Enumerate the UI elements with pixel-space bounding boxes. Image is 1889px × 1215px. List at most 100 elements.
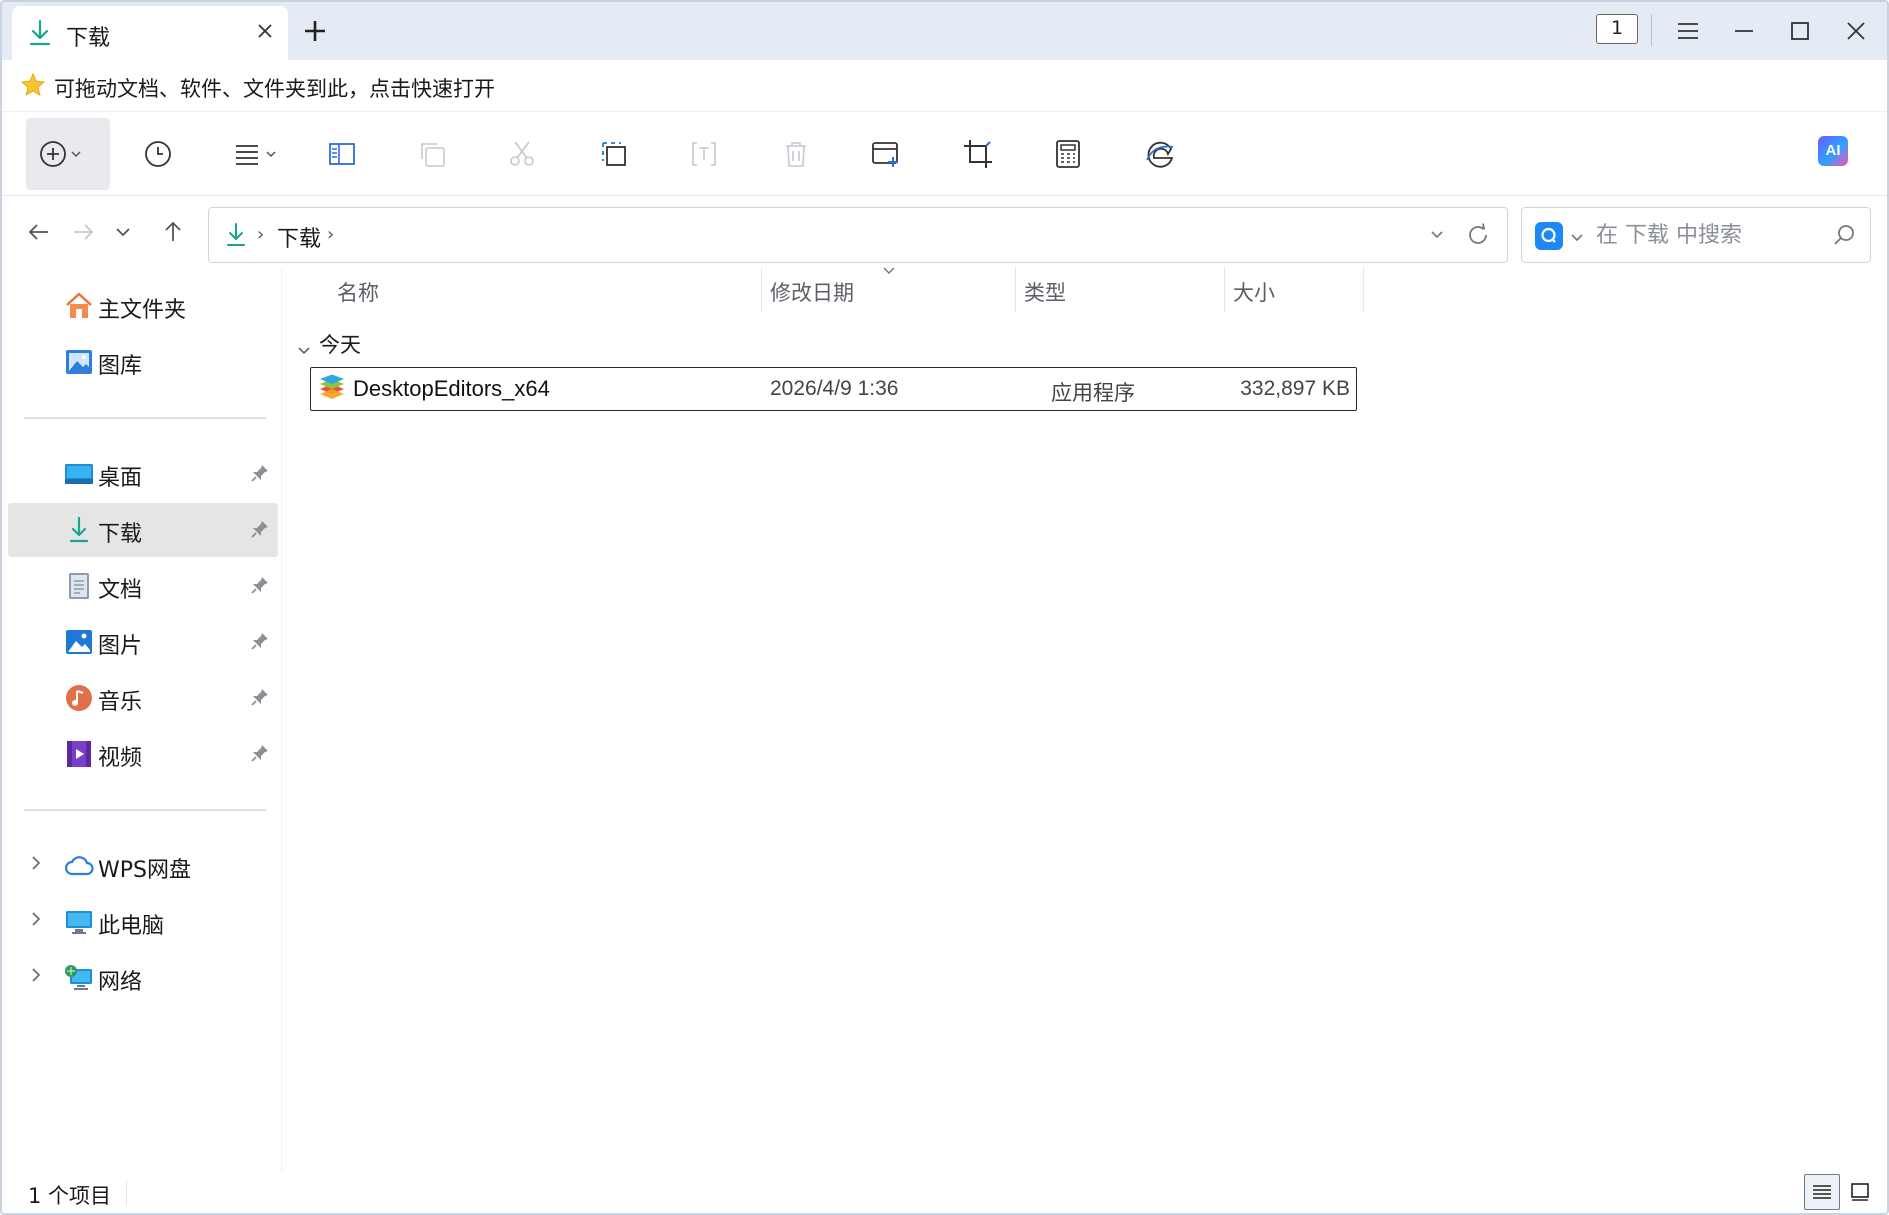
edge-icon [1146,141,1174,168]
chevron-right-icon[interactable] [30,911,42,931]
recent-locations-button[interactable] [106,215,140,249]
add-circle-icon [40,141,81,167]
file-row[interactable]: DesktopEditors_x64 2026/4/9 1:36 应用程序 33… [310,367,1357,411]
chevron-down-icon [1431,231,1443,239]
preview-pane-button[interactable] [320,118,364,190]
sidebar-item-label: 网络 [98,970,143,995]
ai-button[interactable]: AI [1818,136,1848,166]
calculator-icon [1056,140,1080,168]
tab-count-button[interactable]: 1 [1596,14,1638,44]
column-header-label: 修改日期 [770,281,854,305]
arrow-up-icon [165,221,181,241]
sidebar-item-network[interactable]: 网络 [8,951,278,1005]
close-tab-icon[interactable] [252,18,278,44]
cut-button[interactable] [500,118,544,190]
copy-icon [421,143,445,167]
close-icon [1847,22,1865,40]
address-history-button[interactable] [1429,226,1445,245]
sidebar-item-home[interactable]: 主文件夹 [8,279,278,333]
title-bar: 下载 1 [2,2,1887,60]
breadcrumb-separator-icon[interactable]: › [327,224,334,245]
rename-button[interactable] [682,118,726,190]
cloud-icon [64,852,94,880]
column-header-size[interactable]: 大小 [1225,267,1363,313]
details-view-button[interactable] [1804,1174,1840,1210]
search-icon[interactable] [1832,223,1856,251]
chevron-down-icon[interactable] [297,337,311,361]
column-header-type[interactable]: 类型 [1016,267,1224,313]
crop-button[interactable] [956,118,1000,190]
pin-icon[interactable] [250,687,270,711]
up-button[interactable] [156,215,190,249]
network-icon [64,964,94,992]
recent-button[interactable] [136,118,180,190]
chevron-right-icon[interactable] [30,967,42,987]
refresh-button[interactable] [1465,222,1491,252]
sidebar-divider [24,417,266,419]
sidebar-item-desktop[interactable]: 桌面 [8,447,278,501]
file-size: 332,897 KB [1240,377,1350,400]
sidebar-item-downloads[interactable]: 下载 [8,503,278,557]
search-box[interactable] [1521,207,1871,263]
column-header-label: 类型 [1024,281,1066,305]
breadcrumb-downloads[interactable]: 下载 [277,221,321,253]
status-divider [126,1180,127,1206]
copy-button[interactable] [410,118,454,190]
close-window-button[interactable] [1834,12,1878,50]
trash-icon [786,142,806,167]
hamburger-icon [1678,23,1698,39]
search-input[interactable] [1596,216,1826,254]
sidebar-item-this-pc[interactable]: 此电脑 [8,895,278,949]
group-label: 今天 [319,333,361,357]
sidebar-item-label: 此电脑 [98,914,165,939]
sidebar-item-wps-cloud[interactable]: WPS网盘 [8,839,278,893]
column-header-name[interactable]: 名称 [283,267,761,313]
tiles-view-button[interactable] [1842,1174,1878,1210]
download-icon [64,516,94,544]
view-options-button[interactable] [230,118,288,190]
column-divider[interactable] [1363,267,1364,313]
video-icon [64,740,94,768]
chevron-down-icon[interactable] [1570,228,1584,247]
minimize-button[interactable] [1722,12,1766,50]
pin-icon[interactable] [250,631,270,655]
sidebar-item-label: 视频 [98,746,143,771]
sidebar-item-videos[interactable]: 视频 [8,727,278,781]
sidebar-item-documents[interactable]: 文档 [8,559,278,613]
pin-icon[interactable] [250,743,270,767]
search-engine-icon[interactable] [1535,222,1563,250]
minimize-icon [1735,30,1753,32]
forward-button[interactable] [66,215,100,249]
details-view-icon [1813,1185,1831,1199]
address-bar[interactable]: › 下载 › [208,207,1508,263]
calculator-button[interactable] [1046,118,1090,190]
pin-icon[interactable] [250,575,270,599]
navigation-pane: 主文件夹 图库 桌面 下载 文档 图片 音乐 视频 WPS网盘 此电脑 网络 [2,267,282,1172]
new-window-button[interactable] [864,118,908,190]
pictures-icon [64,628,94,656]
sidebar-item-gallery[interactable]: 图库 [8,335,278,389]
favorites-bar[interactable]: 可拖动文档、软件、文件夹到此，点击快速打开 [2,60,1887,112]
pin-icon[interactable] [250,463,270,487]
menu-button[interactable] [1666,12,1710,50]
address-row: › 下载 › [2,197,1887,267]
toolbar: AI [2,112,1887,196]
chevron-right-icon[interactable] [30,855,42,875]
tab-downloads[interactable]: 下载 [12,6,288,60]
sidebar-item-music[interactable]: 音乐 [8,671,278,725]
onlyoffice-app-icon [317,374,347,408]
sidebar-item-pictures[interactable]: 图片 [8,615,278,669]
select-button[interactable] [592,118,636,190]
sidebar-item-label: 图库 [98,354,143,379]
computer-icon [64,908,94,936]
sidebar-item-label: 音乐 [98,690,143,715]
new-tab-button[interactable] [298,14,332,48]
maximize-button[interactable] [1778,12,1822,50]
pin-icon[interactable] [250,519,270,543]
download-icon [225,222,247,252]
browser-button[interactable] [1138,118,1182,190]
new-item-button[interactable] [26,118,110,190]
back-button[interactable] [22,215,56,249]
tab-label: 下载 [66,26,111,51]
delete-button[interactable] [774,118,818,190]
